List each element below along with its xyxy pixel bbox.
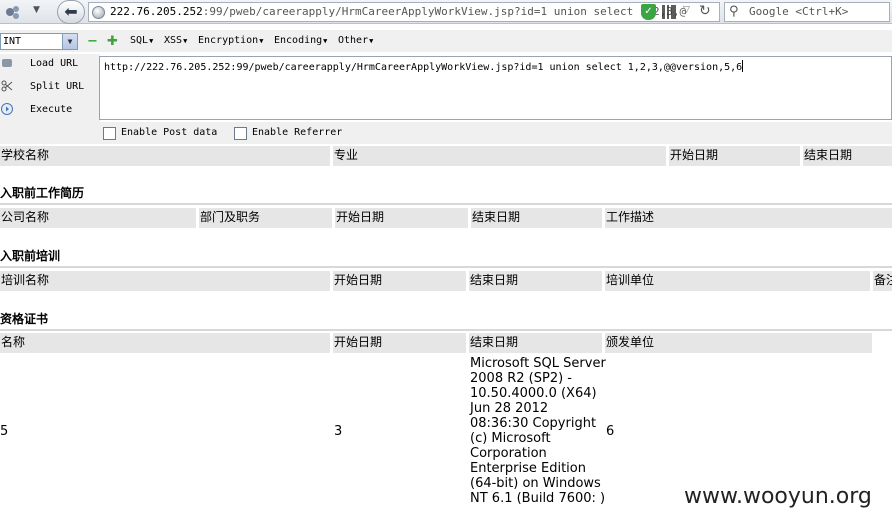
url-textarea[interactable]: http://222.76.205.252:99/pweb/careerappl… (99, 56, 892, 120)
puzzle-icon[interactable] (4, 3, 22, 21)
play-icon (1, 103, 13, 115)
menu-sql[interactable]: SQL▼ (130, 35, 153, 46)
back-arrow-icon: ⬅ (64, 2, 78, 21)
column-header: 开始日期 (332, 271, 466, 291)
column-header: 结束日期 (468, 271, 602, 291)
search-bar[interactable]: ⚲ Google <Ctrl+K> (724, 2, 890, 22)
column-header: 开始日期 (668, 146, 800, 166)
execute-label: Execute (30, 104, 73, 115)
column-header: 培训名称 (0, 271, 330, 291)
divider (0, 266, 892, 268)
back-button[interactable]: ⬅ (57, 0, 85, 24)
watermark: www.wooyun.org (684, 484, 872, 509)
url-textarea-value: http://222.76.205.252:99/pweb/careerappl… (104, 60, 744, 73)
section-title-work-history: 入职前工作简历 (0, 186, 85, 200)
column-header: 开始日期 (332, 333, 466, 353)
column-header: 开始日期 (334, 208, 468, 228)
menu-encryption[interactable]: Encryption▼ (198, 35, 263, 46)
cert-end-cell: Microsoft SQL Server 2008 R2 (SP2) - 10.… (470, 356, 606, 506)
search-input[interactable]: Google <Ctrl+K> (749, 5, 848, 18)
hackbar-actions: Load URL Split URL Execute (0, 54, 100, 122)
hackbar-options: Enable Post data Enable Referrer (0, 122, 892, 144)
chevron-down-icon[interactable]: ▼ (62, 34, 77, 49)
globe-icon (92, 6, 105, 19)
cert-issuer-cell: 6 (606, 424, 615, 439)
type-select-value: INT (3, 36, 22, 47)
column-header: 结束日期 (470, 208, 602, 228)
load-url-button[interactable]: Load URL (0, 54, 100, 76)
menu-xss-label: XSS (164, 35, 183, 46)
column-header: 备注 (872, 271, 892, 291)
chevron-down-icon: ▼ (323, 37, 328, 45)
menu-other-label: Other (338, 35, 369, 46)
column-header: 结束日期 (802, 146, 892, 166)
split-url-button[interactable]: Split URL (0, 77, 100, 99)
enable-post-label: Enable Post data (121, 127, 218, 138)
column-header: 名称 (0, 333, 330, 353)
search-icon[interactable]: ⚲ (729, 4, 739, 19)
decrease-icon[interactable]: − (87, 34, 98, 49)
menu-encryption-label: Encryption (198, 35, 259, 46)
certificates-header: 名称 开始日期 结束日期 颁发单位 (0, 333, 892, 353)
address-host: 222.76.205.252 (110, 5, 203, 18)
column-header: 结束日期 (468, 333, 602, 353)
menu-other[interactable]: Other▼ (338, 35, 373, 46)
column-header: 专业 (332, 146, 666, 166)
column-header: 部门及职务 (198, 208, 332, 228)
cert-start-cell: 3 (334, 424, 343, 439)
enable-post-checkbox[interactable] (103, 127, 116, 140)
address-bar[interactable]: 222.76.205.252:99/pweb/careerapply/HrmCa… (88, 2, 720, 22)
column-header: 颁发单位 (604, 333, 872, 353)
chevron-down-icon: ▼ (183, 37, 188, 45)
address-path: :99/pweb/careerapply/HrmCareerApplyWorkV… (202, 5, 687, 18)
training-header: 培训名称 开始日期 结束日期 培训单位 备注 (0, 271, 892, 291)
load-url-label: Load URL (30, 58, 79, 69)
enable-referrer-label: Enable Referrer (252, 127, 343, 138)
url-dropdown-icon[interactable]: ▽ (683, 5, 690, 15)
education-header: 学校名称 专业 开始日期 结束日期 (0, 146, 892, 166)
divider (0, 203, 892, 205)
column-header: 公司名称 (0, 208, 196, 228)
work-history-header: 公司名称 部门及职务 开始日期 结束日期 工作描述 (0, 208, 892, 228)
text-caret (742, 60, 744, 72)
column-header: 培训单位 (604, 271, 870, 291)
divider (0, 329, 892, 331)
section-title-certificates: 资格证书 (0, 312, 49, 326)
load-icon (2, 59, 12, 67)
column-header: 工作描述 (604, 208, 892, 228)
chevron-down-icon: ▼ (149, 37, 154, 45)
navigation-bar: ▼ ⬅ 222.76.205.252:99/pweb/careerapply/H… (0, 0, 892, 24)
history-dropdown-icon[interactable]: ▼ (33, 5, 40, 15)
split-url-label: Split URL (30, 81, 85, 92)
hackbar-toolbar: INT ▼ − ✚ SQL▼ XSS▼ Encryption▼ Encoding… (0, 30, 892, 52)
column-header: 学校名称 (0, 146, 330, 166)
execute-button[interactable]: Execute (0, 100, 100, 122)
url-textarea-text: http://222.76.205.252:99/pweb/careerappl… (104, 62, 743, 73)
scissors-icon (1, 80, 13, 92)
chevron-down-icon: ▼ (369, 37, 374, 45)
chevron-down-icon: ▼ (259, 37, 264, 45)
menu-xss[interactable]: XSS▼ (164, 35, 187, 46)
menu-encoding[interactable]: Encoding▼ (274, 35, 327, 46)
cert-name-cell: 5 (0, 424, 9, 439)
qr-code-icon[interactable] (662, 5, 676, 19)
shield-icon[interactable]: ✓ (641, 4, 656, 20)
menu-sql-label: SQL (130, 35, 149, 46)
type-select[interactable]: INT ▼ (0, 33, 78, 50)
section-title-training: 入职前培训 (0, 249, 61, 263)
increase-icon[interactable]: ✚ (107, 34, 118, 49)
enable-referrer-checkbox[interactable] (234, 127, 247, 140)
address-text[interactable]: 222.76.205.252:99/pweb/careerapply/HrmCa… (110, 5, 686, 18)
menu-encoding-label: Encoding (274, 35, 323, 46)
reload-icon[interactable]: ↻ (699, 3, 711, 19)
